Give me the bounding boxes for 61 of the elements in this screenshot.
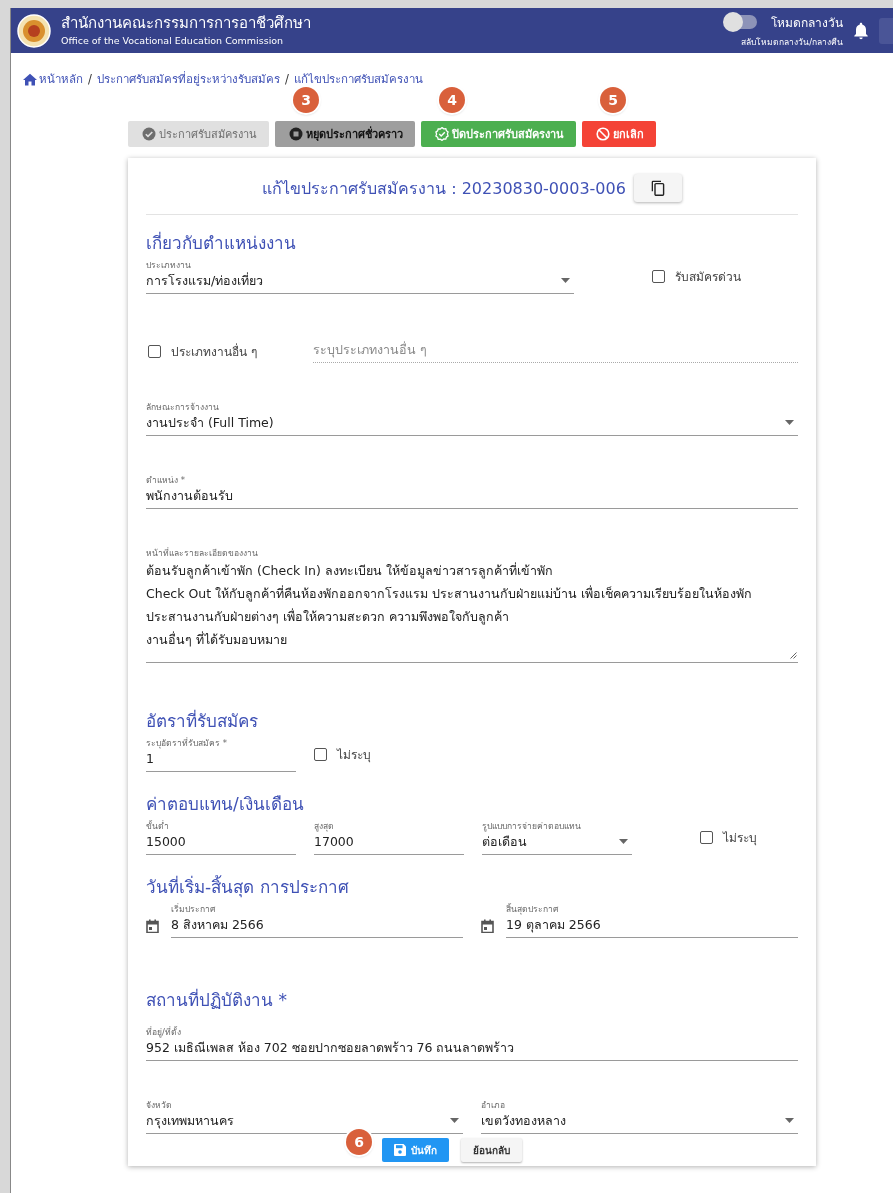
breadcrumb-link[interactable]: หน้าหลัก (23, 70, 83, 88)
action-button[interactable]: หยุดประกาศชั่วคราว (275, 121, 415, 147)
input-field[interactable]: ขั้นต่ำ 15000 (146, 820, 296, 855)
section-heading: สถานที่ปฏิบัติงาน * (146, 988, 288, 1012)
checkbox-label: ไม่ระบุ (337, 747, 371, 764)
emblem-icon (17, 13, 51, 48)
calendar-icon (481, 918, 494, 933)
select-field[interactable]: ประเภทงาน การโรงแรม/ท่องเที่ยว (146, 259, 574, 294)
step-badge: 6 (346, 1129, 372, 1155)
step-badge: 4 (439, 87, 465, 113)
select-field[interactable]: รูปแบบการจ่ายค่าตอบแทน ต่อเดือน (482, 820, 632, 855)
checkbox[interactable] (652, 270, 665, 283)
theme-label: โหมดกลางวัน (771, 14, 843, 32)
home-icon (23, 72, 37, 86)
input-field[interactable]: ที่อยู่/ที่ตั้ง 952 เมธิณีเพลส ห้อง 702 ซอยปากซอยลาดพร้าว 76 ถนนลาดพร้าว (146, 1026, 798, 1061)
breadcrumb-separator: / (284, 72, 289, 86)
date-field[interactable]: เริ่มประกาศ 8 สิงหาคม 2566 (171, 903, 463, 938)
caret-icon (619, 839, 628, 844)
breadcrumb-link[interactable]: ประกาศรับสมัครที่อยู่ระหว่างรับสมัคร (96, 70, 280, 88)
caret-icon (561, 278, 570, 283)
checkbox-label: รับสมัครด่วน (675, 269, 741, 286)
breadcrumb-separator: / (88, 72, 92, 86)
input-field[interactable]: ตำแหน่ง * พนักงานต้อนรับ (146, 474, 798, 509)
section-heading: อัตราที่รับสมัคร (146, 709, 259, 733)
checkbox-label: ไม่ระบุ (723, 830, 757, 847)
ban-icon (596, 127, 610, 141)
section-heading: วันที่เริ่ม-สิ้นสุด การประกาศ (146, 875, 350, 899)
input-field[interactable]: สูงสุด 17000 (314, 820, 464, 855)
form-title: แก้ไขประกาศรับสมัครงาน : 20230830-0003-006 (262, 177, 626, 200)
back-button[interactable]: ย้อนกลับ (461, 1138, 522, 1162)
resize-handle-icon (790, 652, 797, 659)
checkbox-label: ประเภทงานอื่น ๆ (171, 342, 257, 361)
caret-icon (785, 1118, 794, 1123)
step-badge: 3 (293, 87, 319, 113)
date-field[interactable]: สิ้นสุดประกาศ 19 ตุลาคม 2566 (506, 903, 798, 938)
action-button[interactable]: ยกเลิก (582, 121, 656, 147)
checkbox[interactable] (314, 748, 327, 761)
caret-icon (450, 1118, 459, 1123)
check-circle-icon (142, 127, 156, 141)
select-field[interactable]: อำเภอ เขตวังทองหลาง (481, 1099, 798, 1134)
calendar-icon (146, 918, 159, 933)
theme-caption: สลับโหมดกลางวัน/กลางคืน (741, 35, 843, 49)
site-subtitle: Office of the Vocational Education Commission (61, 34, 285, 48)
checkbox[interactable] (700, 831, 713, 844)
step-badge: 5 (600, 87, 626, 113)
bell-icon (853, 21, 869, 40)
input-field[interactable]: ระบุอัตราที่รับสมัคร * 1 (146, 737, 296, 772)
copy-icon (650, 180, 665, 196)
text-area[interactable]: หน้าที่และรายละเอียดของงาน ต้อนรับลูกค้าเข้าพัก (Check In) ลงทะเบียน ให้ข้อมูลข่าวสารลูกค้าที่เข้าพัก Check Out ให้กับลูกค้าที่คืนห้องพักออกจากโรงแรม ประสานงานกับฝ่ายแม่บ้าน เพื่อเช็คความเรียบร้อยในห้องพัก ประสานงานกับฝ่ายต่างๆ เพื่อให้ความสะดวก ความพึงพอใจกับลูกค้า งานอื่นๆ ที่ได้รับมอบหมาย (146, 547, 798, 663)
notification-button[interactable] (853, 21, 869, 40)
section-heading: ค่าตอบแทน/เงินเดือน (146, 793, 305, 816)
check-badge-icon (435, 127, 449, 141)
section-heading: เกี่ยวกับตำแหน่งงาน (146, 231, 297, 255)
breadcrumb-link[interactable]: แก้ไขประกาศรับสมัครงาน (293, 70, 423, 88)
checkbox[interactable] (148, 345, 161, 358)
caret-icon (785, 420, 794, 425)
theme-switch[interactable] (725, 15, 757, 29)
copy-button[interactable] (633, 174, 682, 202)
select-field[interactable]: ลักษณะการจ้างงาน งานประจำ (Full Time) (146, 401, 798, 436)
site-title: สำนักงานคณะกรรมการการอาชีวศึกษา (61, 13, 312, 33)
stop-circle-icon (289, 127, 303, 141)
